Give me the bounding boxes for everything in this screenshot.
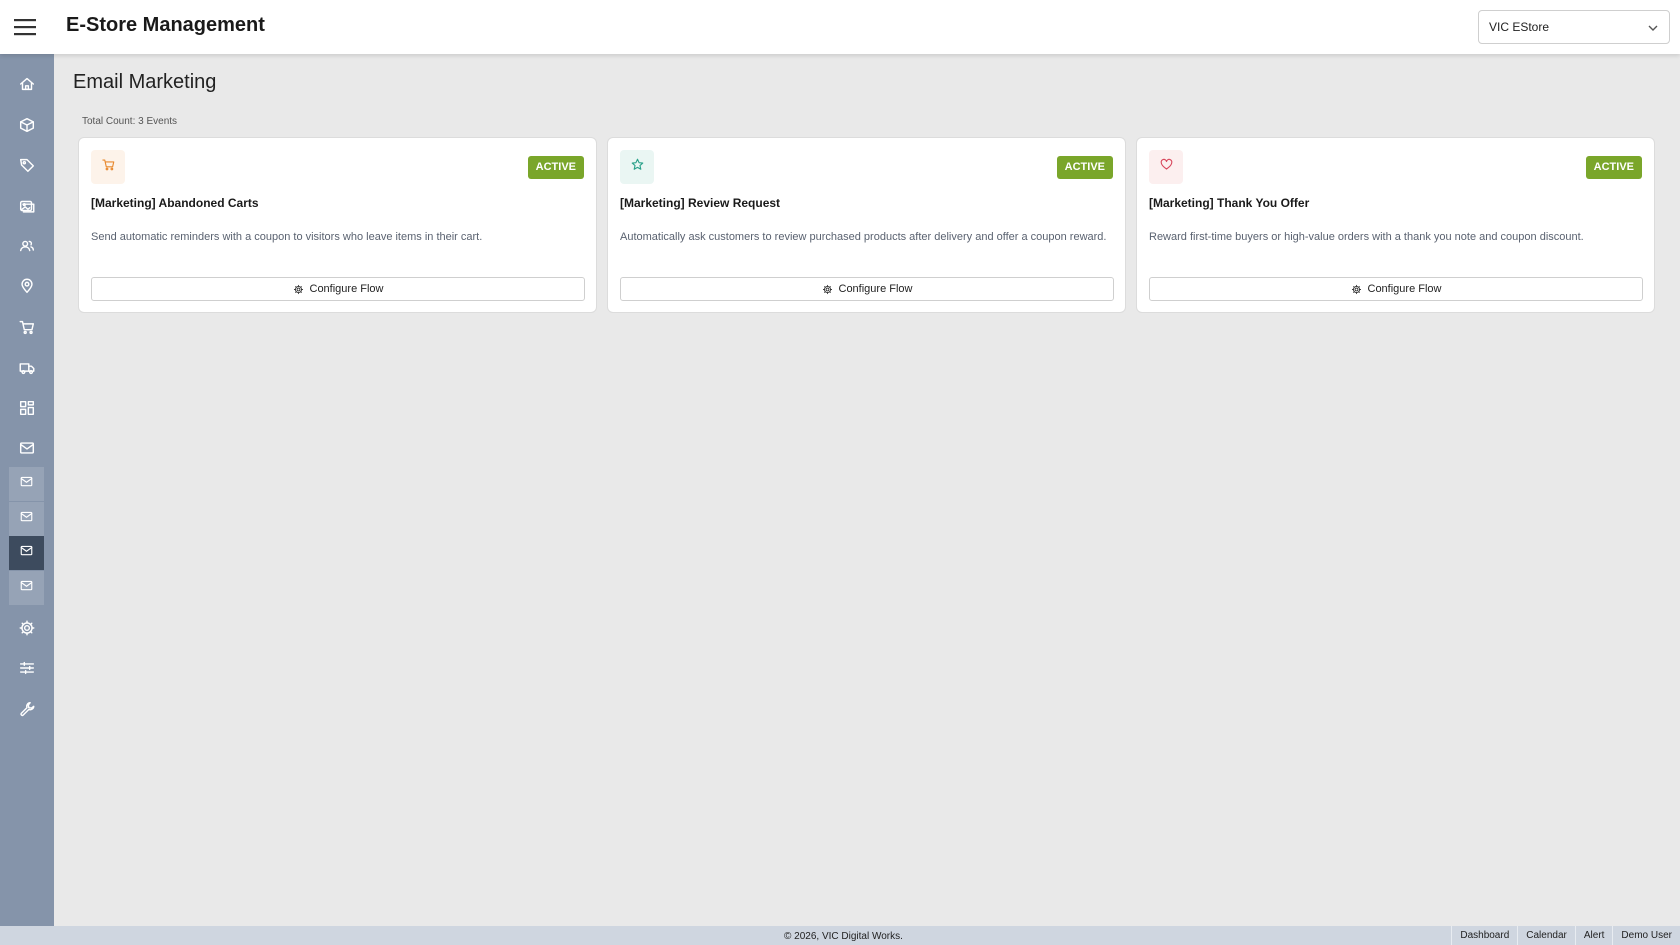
sidebar-item-cart[interactable] xyxy=(0,309,54,345)
sidebar-subitem-mail-3[interactable] xyxy=(9,536,44,570)
event-card-review-request: ACTIVE [Marketing] Review Request Automa… xyxy=(607,137,1126,313)
card-icon-wrap xyxy=(1149,150,1183,184)
sidebar-item-box[interactable] xyxy=(0,107,54,143)
gear-icon xyxy=(1351,284,1362,295)
sidebar-item-location[interactable] xyxy=(0,268,54,304)
card-description: Reward first-time buyers or high-value o… xyxy=(1149,231,1584,243)
sidebar-item-tag[interactable] xyxy=(0,147,54,183)
main-content: Email Marketing Total Count: 3 Events AC… xyxy=(54,54,1680,926)
star-icon xyxy=(630,157,645,177)
card-icon-wrap xyxy=(91,150,125,184)
gear-icon xyxy=(822,284,833,295)
mail-icon xyxy=(18,439,36,457)
chevron-down-icon xyxy=(1648,25,1658,31)
users-icon xyxy=(18,237,36,255)
app-title: E-Store Management xyxy=(66,14,265,36)
sidebar-item-mail[interactable] xyxy=(0,430,54,466)
mail-icon xyxy=(19,509,34,529)
sidebar-item-gear[interactable] xyxy=(0,610,54,646)
top-bar: E-Store Management VIC EStore xyxy=(0,0,1680,54)
home-icon xyxy=(18,75,36,93)
configure-flow-label: Configure Flow xyxy=(1367,283,1442,295)
hamburger-menu-icon[interactable] xyxy=(12,14,40,40)
store-select-value: VIC EStore xyxy=(1489,20,1550,34)
footer-links: Dashboard Calendar Alert Demo User xyxy=(1451,926,1680,945)
footer-link-dashboard[interactable]: Dashboard xyxy=(1451,926,1517,945)
total-count: Total Count: 3 Events xyxy=(82,116,178,127)
mail-icon xyxy=(19,578,34,598)
event-card-abandoned-carts: ACTIVE [Marketing] Abandoned Carts Send … xyxy=(78,137,597,313)
sidebar-item-users[interactable] xyxy=(0,228,54,264)
mail-icon xyxy=(19,474,34,494)
footer-link-demo-user[interactable]: Demo User xyxy=(1612,926,1680,945)
layout-icon xyxy=(18,399,36,417)
card-title: [Marketing] Thank You Offer xyxy=(1149,196,1310,210)
truck-icon xyxy=(18,359,36,377)
sidebar-item-home[interactable] xyxy=(0,66,54,102)
cart-icon xyxy=(101,157,116,177)
copyright: © 2026, VIC Digital Works. xyxy=(784,931,903,942)
sliders-icon xyxy=(18,659,36,677)
footer-link-calendar[interactable]: Calendar xyxy=(1517,926,1575,945)
page-title: Email Marketing xyxy=(73,71,217,93)
sidebar-item-layout[interactable] xyxy=(0,390,54,426)
configure-flow-button[interactable]: Configure Flow xyxy=(620,277,1114,301)
cart-icon xyxy=(18,318,36,336)
store-select[interactable]: VIC EStore xyxy=(1478,10,1670,44)
heart-icon xyxy=(1159,157,1174,177)
card-description: Automatically ask customers to review pu… xyxy=(620,231,1107,243)
card-icon-wrap xyxy=(620,150,654,184)
sidebar-item-truck[interactable] xyxy=(0,350,54,386)
status-badge: ACTIVE xyxy=(1585,156,1642,179)
gear-icon xyxy=(18,619,36,637)
tag-icon xyxy=(18,156,36,174)
sidebar-subitem-mail-2[interactable] xyxy=(9,502,44,536)
mail-icon xyxy=(19,543,34,563)
card-title: [Marketing] Review Request xyxy=(620,196,781,210)
footer-link-alert[interactable]: Alert xyxy=(1574,926,1613,945)
footer: © 2026, VIC Digital Works. Dashboard Cal… xyxy=(0,926,1680,945)
sidebar-item-image[interactable] xyxy=(0,188,54,224)
image-icon xyxy=(18,197,36,215)
sidebar-subitem-mail-1[interactable] xyxy=(9,467,44,501)
gear-icon xyxy=(293,284,304,295)
configure-flow-button[interactable]: Configure Flow xyxy=(91,277,585,301)
sidebar-item-sliders[interactable] xyxy=(0,650,54,686)
configure-flow-label: Configure Flow xyxy=(309,283,384,295)
location-icon xyxy=(18,277,36,295)
sidebar xyxy=(0,54,54,926)
configure-flow-label: Configure Flow xyxy=(838,283,913,295)
status-badge: ACTIVE xyxy=(1056,156,1113,179)
box-icon xyxy=(18,116,36,134)
status-badge: ACTIVE xyxy=(527,156,584,179)
sidebar-item-wrench[interactable] xyxy=(0,691,54,727)
wrench-icon xyxy=(18,700,36,718)
card-description: Send automatic reminders with a coupon t… xyxy=(91,231,483,243)
event-card-thank-you-offer: ACTIVE [Marketing] Thank You Offer Rewar… xyxy=(1136,137,1655,313)
sidebar-subitem-mail-4[interactable] xyxy=(9,571,44,605)
card-title: [Marketing] Abandoned Carts xyxy=(91,196,259,210)
configure-flow-button[interactable]: Configure Flow xyxy=(1149,277,1643,301)
